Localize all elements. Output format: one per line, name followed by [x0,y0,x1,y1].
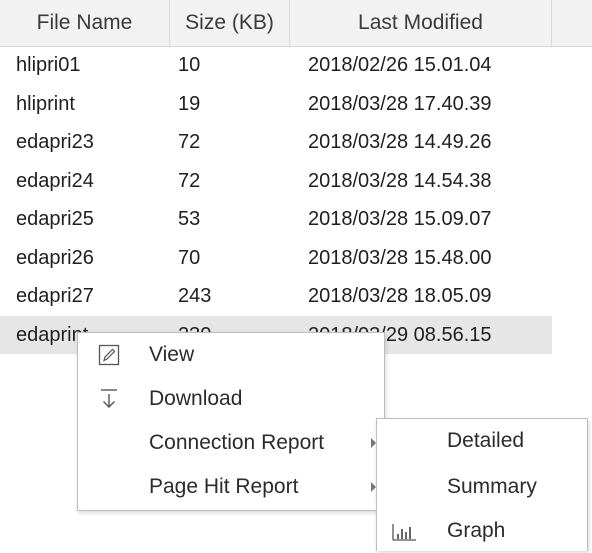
file-name-cell: hliprint [16,92,75,115]
file-size-cell: 70 [178,246,201,269]
menu-item-page-hit-report[interactable]: Page Hit Report [78,465,384,509]
submenu-item-label: Graph [447,519,506,542]
menu-item-label: Download [149,387,243,410]
menu-item-label: Page Hit Report [149,475,299,498]
last-modified-cell: 2018/02/26 15.01.04 [308,54,492,76]
column-header-size[interactable]: Size (KB) [170,0,290,46]
submenu-item-label: Detailed [447,429,525,452]
column-header-filler [552,0,592,46]
table-row[interactable]: hliprint 19 2018/03/28 17.40.39 [0,85,592,124]
bar-chart-icon [391,521,417,543]
file-name-cell: hlipri01 [16,54,81,76]
last-modified-cell: 2018/03/28 17.40.39 [308,92,492,115]
submenu-item-label: Summary [447,475,537,498]
submenu-item-detailed[interactable]: Detailed [377,419,587,463]
table-row[interactable]: hlipri01 10 2018/02/26 15.01.04 [0,46,592,85]
last-modified-cell: 2018/03/28 15.48.00 [308,246,492,269]
last-modified-cell: 2018/03/28 14.54.38 [308,169,492,192]
file-size-cell: 10 [178,54,201,76]
table-header: File Name Size (KB) Last Modified [0,0,592,47]
file-size-cell: 243 [178,285,212,307]
submenu-item-summary[interactable]: Summary [377,465,587,509]
menu-item-view[interactable]: View [78,333,384,377]
file-size-cell: 19 [178,92,201,115]
column-header-file-name[interactable]: File Name [0,0,170,46]
file-list: hlipri01 10 2018/02/26 15.01.04 hliprint… [0,46,592,354]
table-row[interactable]: edapri24 72 2018/03/28 14.54.38 [0,162,592,201]
submenu-item-graph[interactable]: Graph [377,509,587,553]
table-row[interactable]: edapri26 70 2018/03/28 15.48.00 [0,239,592,278]
table-row[interactable]: edapri27 243 2018/03/28 18.05.09 [0,277,592,316]
column-header-last-modified[interactable]: Last Modified [290,0,552,46]
table-row[interactable]: edapri25 53 2018/03/28 15.09.07 [0,200,592,239]
file-name-cell: edapri26 [16,246,94,269]
menu-item-connection-report[interactable]: Connection Report [78,421,384,465]
menu-item-label: View [149,343,195,366]
file-size-cell: 72 [178,169,201,192]
file-name-cell: edapri25 [16,208,94,230]
context-menu: View Download Connection Report Page Hit… [77,332,385,511]
table-row[interactable]: edapri23 72 2018/03/28 14.49.26 [0,123,592,162]
file-size-cell: 72 [178,131,201,153]
last-modified-cell: 2018/03/28 15.09.07 [308,208,492,230]
last-modified-cell: 2018/03/28 18.05.09 [308,285,492,307]
last-modified-cell: 2018/03/28 14.49.26 [308,131,492,153]
file-name-cell: edapri24 [16,169,94,192]
file-name-cell: edapri23 [16,131,94,153]
file-size-cell: 53 [178,208,201,230]
connection-report-submenu: Detailed Summary Graph [376,418,588,551]
pencil-icon [98,343,120,367]
menu-item-label: Connection Report [149,431,325,454]
menu-item-download[interactable]: Download [78,377,384,421]
file-name-cell: edapri27 [16,285,94,307]
download-icon [98,387,120,411]
